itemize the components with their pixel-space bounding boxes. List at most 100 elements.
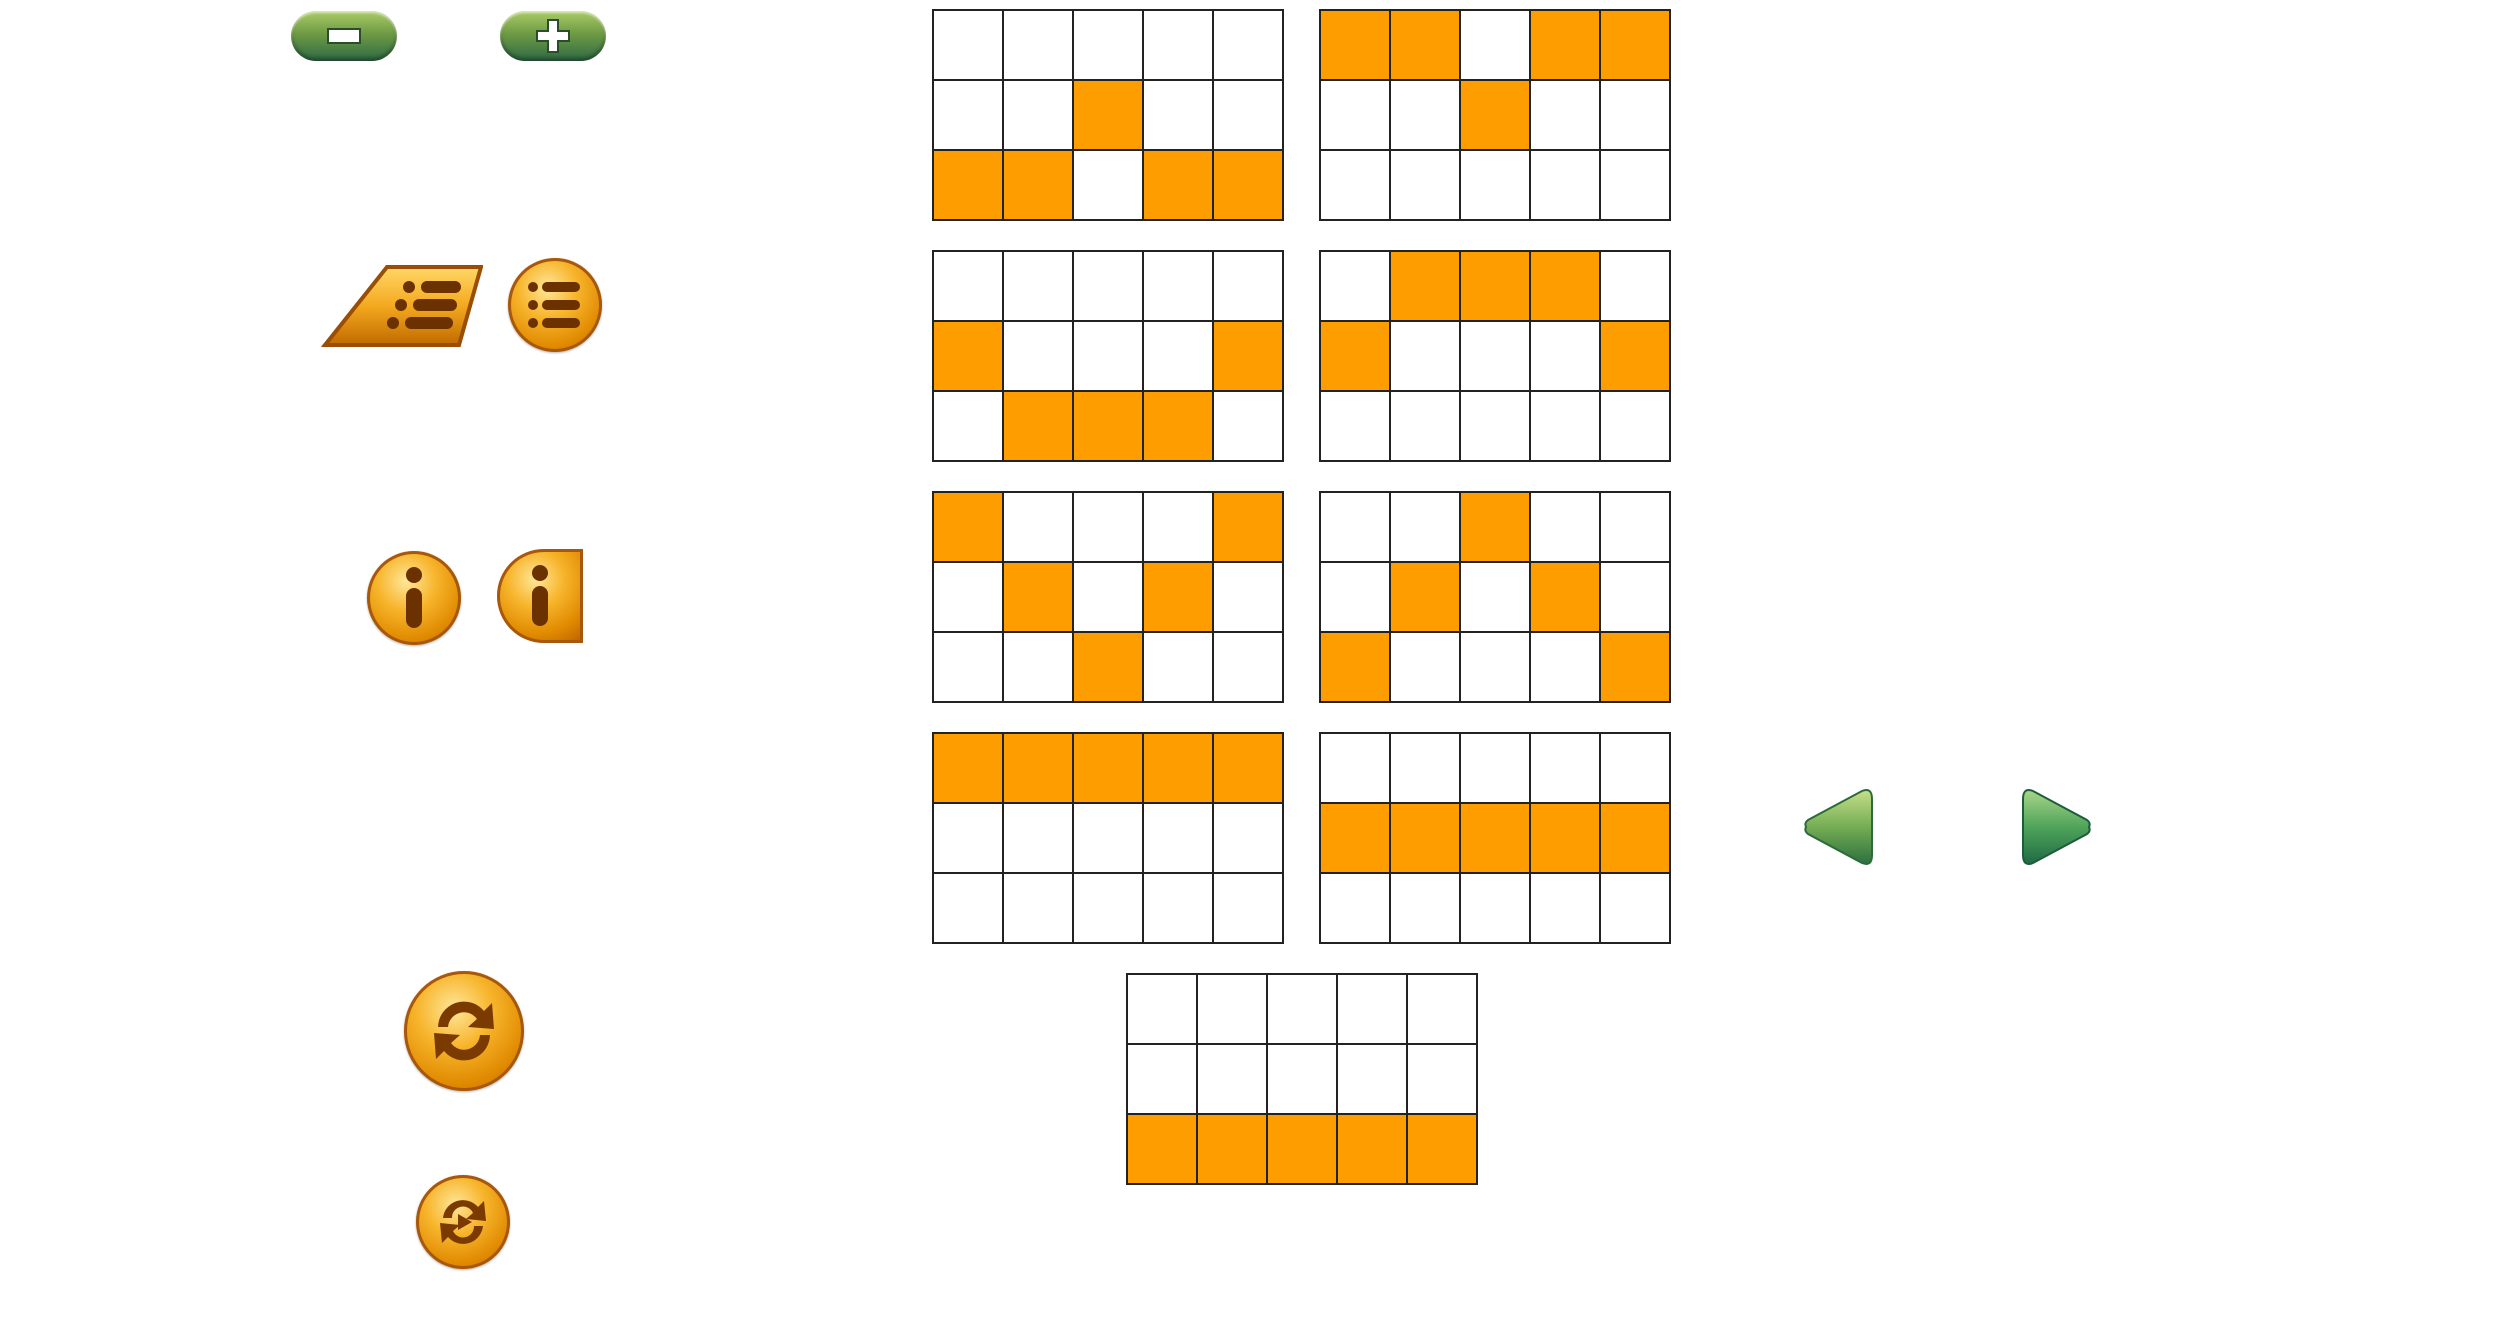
payline-grid-6 (1319, 491, 1671, 703)
payline-cell-filled (1461, 81, 1531, 151)
prev-button[interactable] (1800, 785, 1878, 869)
payline-cell (1074, 874, 1144, 944)
payline-cell-filled (1214, 151, 1284, 221)
minus-icon (327, 28, 361, 44)
menu-round-button[interactable] (508, 258, 602, 352)
payline-cell (1338, 975, 1408, 1045)
payline-cell (1214, 804, 1284, 874)
payline-cell-filled (1128, 1115, 1198, 1185)
payline-cell-filled (1391, 563, 1461, 633)
payline-cell (1391, 874, 1461, 944)
payline-cell (1531, 151, 1601, 221)
payline-cell (1144, 633, 1214, 703)
payline-cell-filled (1391, 252, 1461, 322)
payline-cell (1128, 975, 1198, 1045)
payline-cell-filled (1144, 151, 1214, 221)
payline-cell-filled (1601, 322, 1671, 392)
payline-cell-filled (1391, 804, 1461, 874)
payline-cell (1198, 975, 1268, 1045)
payline-cell-filled (1601, 633, 1671, 703)
payline-cell (1601, 563, 1671, 633)
payline-cell-filled (1004, 563, 1074, 633)
payline-cell (1321, 81, 1391, 151)
payline-cell-filled (1338, 1115, 1408, 1185)
refresh-large-button[interactable] (404, 971, 524, 1091)
payline-cell (1321, 252, 1391, 322)
refresh-small-button[interactable] (416, 1175, 510, 1269)
payline-cell (934, 633, 1004, 703)
payline-cell (1408, 975, 1478, 1045)
next-button[interactable] (2017, 785, 2095, 869)
payline-cell (1601, 493, 1671, 563)
payline-cell (1601, 392, 1671, 462)
payline-cell (934, 874, 1004, 944)
payline-cell-filled (934, 322, 1004, 392)
payline-cell (1144, 252, 1214, 322)
payline-cell (1128, 1045, 1198, 1115)
payline-cell (1268, 1045, 1338, 1115)
payline-grid-5 (932, 491, 1284, 703)
payline-cell-filled (1144, 392, 1214, 462)
payline-cell (1321, 734, 1391, 804)
payline-cell-filled (1461, 493, 1531, 563)
payline-cell-filled (1268, 1115, 1338, 1185)
payline-cell (1004, 322, 1074, 392)
payline-cell-filled (1391, 11, 1461, 81)
zoom-out-button[interactable] (291, 11, 397, 61)
zoom-in-button[interactable] (500, 11, 606, 61)
payline-grid-9 (1126, 973, 1478, 1185)
payline-cell (1461, 392, 1531, 462)
payline-cell-filled (1321, 633, 1391, 703)
payline-cell (1198, 1045, 1268, 1115)
payline-cell (1321, 493, 1391, 563)
payline-cell (1321, 874, 1391, 944)
info-icon (406, 567, 422, 628)
payline-grid-1 (932, 9, 1284, 221)
payline-cell (1321, 392, 1391, 462)
payline-cell (1531, 874, 1601, 944)
payline-cell-filled (1461, 252, 1531, 322)
payline-cell-filled (1531, 252, 1601, 322)
payline-cell-filled (1214, 322, 1284, 392)
payline-cell (1461, 633, 1531, 703)
payline-cell (1321, 151, 1391, 221)
payline-cell-filled (1321, 322, 1391, 392)
payline-cell-filled (1531, 563, 1601, 633)
payline-cell-filled (934, 493, 1004, 563)
payline-cell (1391, 392, 1461, 462)
plus-icon (536, 19, 570, 53)
payline-cell (1601, 81, 1671, 151)
payline-cell (934, 563, 1004, 633)
payline-cell (1004, 81, 1074, 151)
payline-cell (1214, 81, 1284, 151)
payline-cell (1531, 633, 1601, 703)
menu-tab-button[interactable] (320, 263, 484, 347)
payline-cell-filled (1214, 734, 1284, 804)
payline-cell (1144, 804, 1214, 874)
payline-cell-filled (1074, 633, 1144, 703)
payline-cell (1531, 392, 1601, 462)
payline-cell-filled (1074, 734, 1144, 804)
payline-cell (1004, 252, 1074, 322)
payline-cell (1004, 633, 1074, 703)
payline-cell (1601, 252, 1671, 322)
payline-cell (1408, 1045, 1478, 1115)
payline-cell-filled (1144, 734, 1214, 804)
info-icon (532, 565, 548, 626)
payline-cell (1004, 493, 1074, 563)
payline-cell (1461, 322, 1531, 392)
payline-cell (934, 11, 1004, 81)
payline-cell (1214, 252, 1284, 322)
payline-cell (934, 804, 1004, 874)
payline-cell (1461, 563, 1531, 633)
payline-cell (1214, 874, 1284, 944)
info-round-button[interactable] (367, 551, 461, 645)
info-tab-button[interactable] (497, 549, 583, 643)
payline-cell (1074, 322, 1144, 392)
payline-cell-filled (934, 151, 1004, 221)
payline-cell-filled (1531, 804, 1601, 874)
payline-cell (1391, 734, 1461, 804)
payline-cell (1391, 493, 1461, 563)
payline-cell (1144, 874, 1214, 944)
payline-cell (1531, 322, 1601, 392)
